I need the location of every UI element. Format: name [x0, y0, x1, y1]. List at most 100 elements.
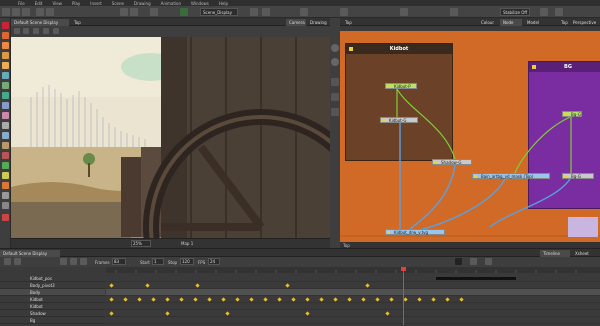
- cell-row[interactable]: [106, 282, 600, 289]
- keyframe[interactable]: [109, 311, 114, 316]
- keyframe[interactable]: [319, 297, 324, 302]
- keyframe[interactable]: [417, 297, 422, 302]
- keyframe[interactable]: [285, 283, 290, 288]
- timeline-display-tab[interactable]: Default Scene Display: [0, 250, 60, 257]
- node-composite[interactable]: Bain_artbg_vd_mask (Top): [472, 173, 550, 179]
- node-kidbot-g[interactable]: Kidbot-G: [380, 117, 418, 123]
- keyframe[interactable]: [137, 297, 142, 302]
- open-icon[interactable]: [12, 8, 20, 16]
- transform-icon[interactable]: [180, 8, 188, 16]
- save-icon[interactable]: [22, 8, 30, 16]
- sound-icon[interactable]: [470, 258, 477, 265]
- keyframe[interactable]: [193, 297, 198, 302]
- brush-tool-icon[interactable]: [2, 42, 9, 49]
- deform-icon[interactable]: [450, 8, 458, 16]
- frames-field[interactable]: 83: [112, 258, 126, 265]
- fit-icon[interactable]: [331, 93, 339, 101]
- keyframe[interactable]: [347, 297, 352, 302]
- keyframe[interactable]: [445, 297, 450, 302]
- keyframe[interactable]: [235, 297, 240, 302]
- onion-icon[interactable]: [14, 28, 20, 34]
- tab-top[interactable]: Top: [558, 19, 570, 26]
- cell-row[interactable]: [106, 289, 600, 296]
- peg-icon[interactable]: [400, 8, 408, 16]
- new-icon[interactable]: [2, 8, 10, 16]
- keyframe[interactable]: [305, 297, 310, 302]
- layer-row[interactable]: Body_pivot3: [0, 282, 105, 289]
- menu-drawing[interactable]: Drawing: [134, 1, 151, 6]
- layer-row[interactable]: Kidbot: [0, 303, 105, 310]
- node-bg-g[interactable]: Bg-G: [562, 173, 594, 179]
- loop-icon[interactable]: [455, 258, 462, 265]
- tab-node-view[interactable]: Node View: [500, 19, 522, 32]
- cell-row[interactable]: [106, 296, 600, 303]
- keyframe[interactable]: [109, 283, 114, 288]
- pan-icon[interactable]: [331, 58, 339, 66]
- pencil-tool-icon[interactable]: [2, 52, 9, 59]
- add-layer-icon[interactable]: [4, 258, 11, 265]
- grid-icon[interactable]: [250, 8, 258, 16]
- delete-layer-icon[interactable]: [14, 258, 21, 265]
- hand-tool-icon[interactable]: [2, 192, 9, 199]
- node-canvas[interactable]: Kidbot BG Kidbot-P Kidbot-G Shadow-G Bg-…: [340, 31, 600, 242]
- frame-ruler[interactable]: [106, 267, 600, 273]
- cell-row[interactable]: [106, 275, 600, 282]
- brush-shape-icon[interactable]: [33, 28, 39, 34]
- keyframe[interactable]: [263, 297, 268, 302]
- view-label[interactable]: Top: [71, 19, 91, 26]
- cell-row[interactable]: [106, 310, 600, 317]
- tab-colour[interactable]: Colour: [478, 19, 498, 26]
- keyframe[interactable]: [403, 297, 408, 302]
- tab-perspective[interactable]: Perspective: [570, 19, 600, 26]
- node-kidbot-drawing[interactable]: Kidbot_drw_v.tvg: [385, 229, 445, 235]
- keyframe[interactable]: [431, 297, 436, 302]
- brush-icon[interactable]: [120, 8, 128, 16]
- paint-tool-icon[interactable]: [2, 82, 9, 89]
- text-tool-icon[interactable]: [2, 72, 9, 79]
- cell-row[interactable]: [106, 317, 600, 324]
- keyframe[interactable]: [365, 283, 370, 288]
- keyframe[interactable]: [165, 311, 170, 316]
- select-icon[interactable]: [150, 8, 158, 16]
- menu-windows[interactable]: Windows: [191, 1, 209, 6]
- transform-tool-icon[interactable]: [2, 152, 9, 159]
- rigging-tool-icon[interactable]: [2, 162, 9, 169]
- zoom-tool-icon[interactable]: [2, 182, 9, 189]
- keyframe[interactable]: [221, 297, 226, 302]
- node-top-tab[interactable]: Top: [342, 19, 362, 26]
- colour-icon[interactable]: [43, 28, 49, 34]
- menu-file[interactable]: File: [18, 1, 25, 6]
- keyframe[interactable]: [179, 297, 184, 302]
- play-icon[interactable]: [340, 8, 348, 16]
- keyframe[interactable]: [333, 297, 338, 302]
- tab-model-controller[interactable]: Model Controller: [524, 19, 556, 32]
- layer-row[interactable]: Kidbot: [0, 296, 105, 303]
- layer-row[interactable]: Body: [0, 289, 105, 296]
- line-tool-icon[interactable]: [2, 102, 9, 109]
- color-swatch-icon[interactable]: [2, 214, 9, 221]
- layer-row[interactable]: Bg: [0, 317, 105, 324]
- menu-edit[interactable]: Edit: [35, 1, 43, 6]
- polyline-tool-icon[interactable]: [2, 132, 9, 139]
- layout-icon[interactable]: [540, 8, 548, 16]
- keyframe[interactable]: [305, 311, 310, 316]
- keyframe[interactable]: [375, 297, 380, 302]
- stabilize-dropdown[interactable]: Stabilize Off: [500, 8, 530, 16]
- keyframe[interactable]: [145, 283, 150, 288]
- light-tool-icon[interactable]: [2, 172, 9, 179]
- tab-xsheet[interactable]: Xsheet: [572, 250, 600, 257]
- keyframe[interactable]: [249, 297, 254, 302]
- keyframe[interactable]: [195, 283, 200, 288]
- keyframe[interactable]: [361, 297, 366, 302]
- display-dropdown[interactable]: Default Scene Display: [11, 19, 69, 26]
- first-frame-icon[interactable]: [60, 258, 67, 265]
- redo-icon[interactable]: [46, 8, 54, 16]
- eraser-tool-icon[interactable]: [2, 62, 9, 69]
- scene-dropdown[interactable]: Scene_Display: [200, 8, 238, 16]
- keyframe[interactable]: [151, 297, 156, 302]
- menu-play[interactable]: Play: [72, 1, 80, 6]
- fps-field[interactable]: 24: [208, 258, 220, 265]
- undo-icon[interactable]: [36, 8, 44, 16]
- reset-view-icon[interactable]: [331, 78, 339, 86]
- layer-row[interactable]: Kidbot_pos: [0, 275, 105, 282]
